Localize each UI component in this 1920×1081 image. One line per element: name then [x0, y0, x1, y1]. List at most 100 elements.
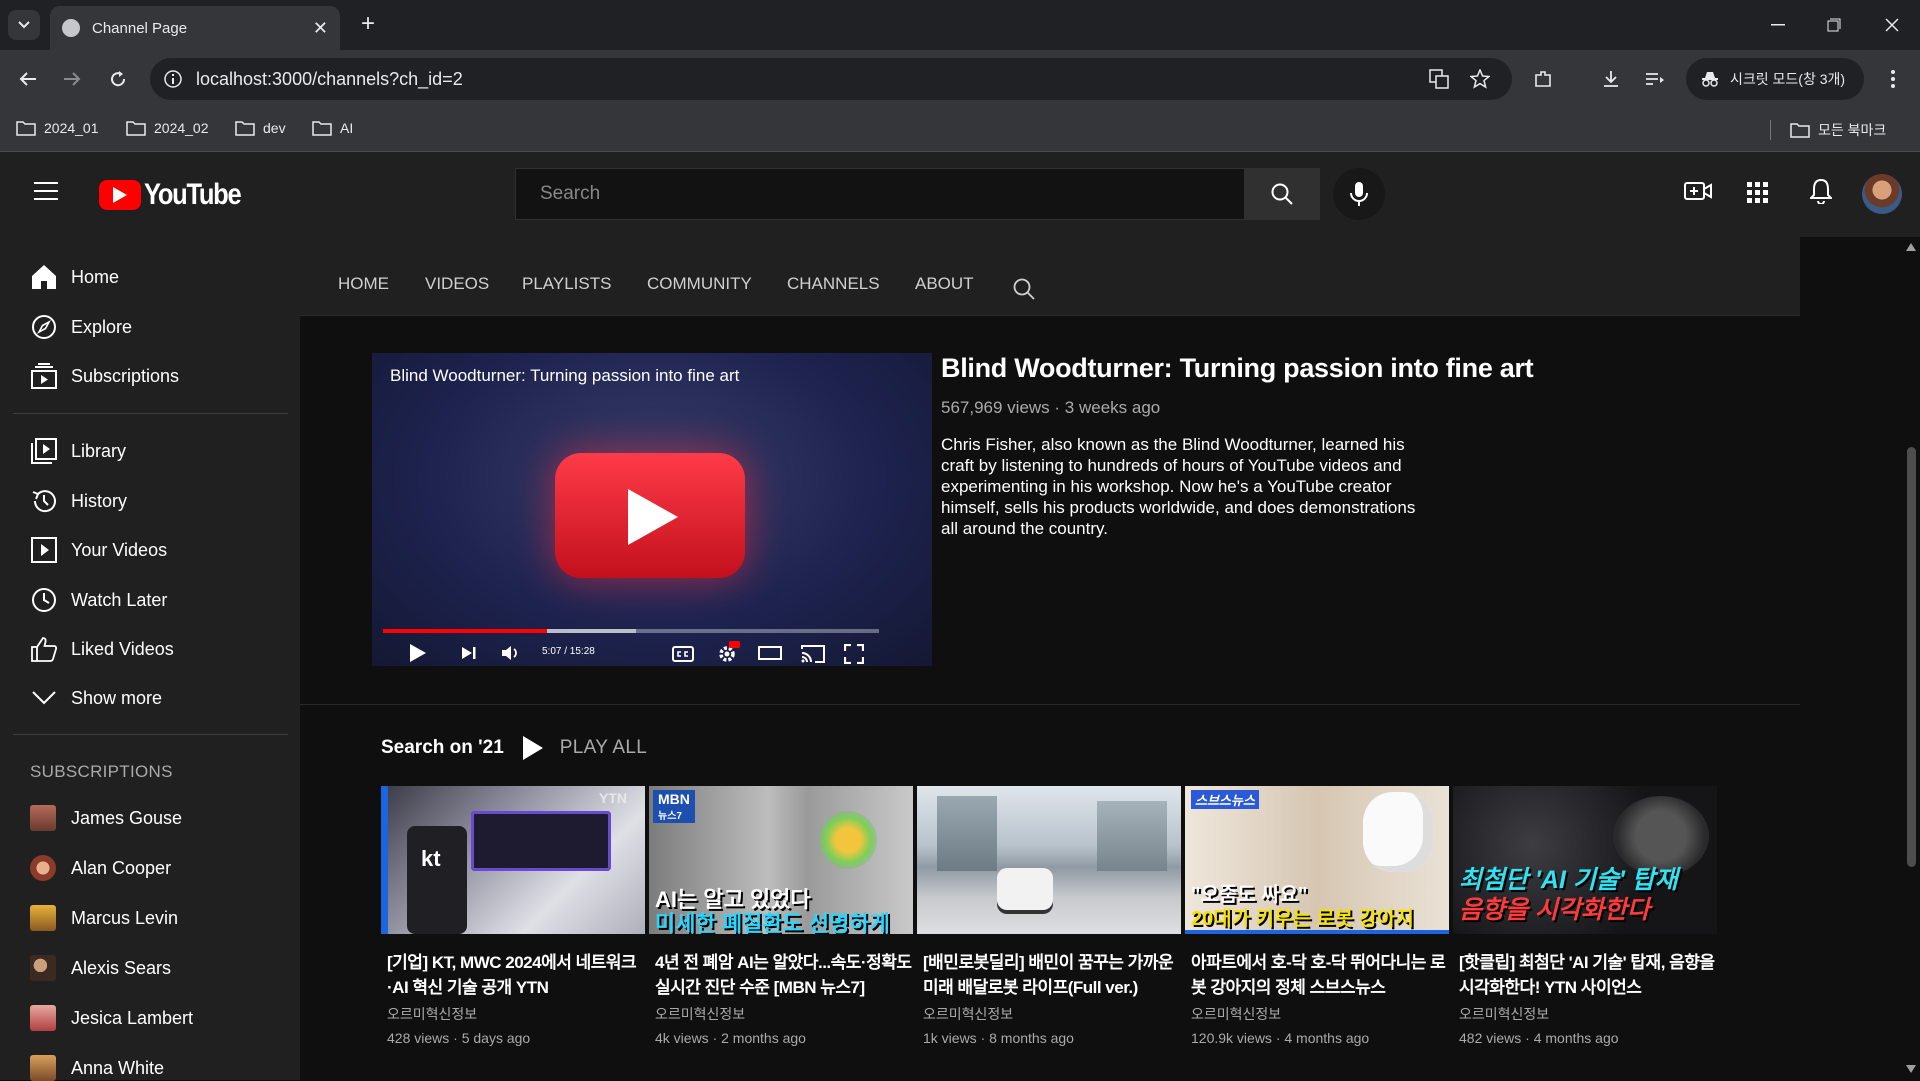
search-input[interactable]: [540, 183, 1140, 205]
reload-button[interactable]: [103, 64, 133, 94]
bookmark-folder[interactable]: AI: [312, 120, 353, 136]
video-channel[interactable]: 오르미혁신정보: [917, 1004, 1181, 1024]
video-title[interactable]: [배민로봇딜리] 배민이 꿈꾸는 가까운 미래 배달로봇 라이프(Full ve…: [917, 950, 1181, 1000]
sidebar-subscription[interactable]: Anna White: [30, 1055, 164, 1081]
sidebar-item-watch-later[interactable]: Watch Later: [30, 586, 167, 614]
video-thumbnail[interactable]: 스브스뉴스 "오줌도 싸요" 20대가 키우는 로봇 강아지: [1185, 786, 1449, 934]
sidebar-item-liked-videos[interactable]: Liked Videos: [30, 635, 174, 663]
address-bar[interactable]: localhost:3000/channels?ch_id=2: [150, 58, 1512, 100]
video-thumbnail[interactable]: 최첨단 'AI 기술' 탑재 음향을 시각화한다: [1453, 786, 1717, 934]
search-button[interactable]: [1244, 168, 1320, 220]
video-card[interactable]: 스브스뉴스 "오줌도 싸요" 20대가 키우는 로봇 강아지 아파트에서 호-닥…: [1185, 786, 1449, 1046]
bookmark-star-icon[interactable]: [1470, 69, 1490, 89]
sidebar-subscription[interactable]: Alexis Sears: [30, 955, 171, 981]
video-title[interactable]: 아파트에서 호-닥 호-닥 뛰어다니는 로봇 강아지의 정체 스브스뉴스: [1185, 950, 1449, 1000]
next-button[interactable]: [461, 646, 477, 660]
tab-about[interactable]: ABOUT: [915, 274, 974, 294]
voice-search-button[interactable]: [1333, 168, 1385, 220]
video-thumbnail[interactable]: [917, 786, 1181, 934]
user-avatar[interactable]: [1862, 174, 1902, 214]
video-meta: 4k views · 2 months ago: [655, 1030, 806, 1046]
thumbnail-caption: 20대가 키우는 로봇 강아지: [1191, 908, 1414, 930]
incognito-indicator[interactable]: 시크릿 모드(창 3개): [1686, 58, 1864, 100]
sidebar-item-subscriptions[interactable]: Subscriptions: [30, 362, 179, 390]
back-button[interactable]: [13, 64, 43, 94]
sidebar-item-explore[interactable]: Explore: [30, 313, 132, 341]
sidebar-item-home[interactable]: Home: [30, 263, 119, 291]
volume-button[interactable]: [501, 645, 521, 661]
youtube-logo[interactable]: YouTube: [99, 178, 257, 212]
browser-tab[interactable]: Channel Page ✕: [50, 6, 340, 50]
featured-title[interactable]: Blind Woodturner: Turning passion into f…: [941, 353, 1534, 384]
tab-videos[interactable]: VIDEOS: [425, 274, 489, 294]
close-window-button[interactable]: [1864, 0, 1920, 50]
scroll-down-arrow-icon[interactable]: [1906, 1065, 1916, 1073]
video-title[interactable]: [기업] KT, MWC 2024에서 네트워크·AI 혁신 기술 공개 YTN: [381, 950, 645, 1000]
notifications-bell-icon[interactable]: [1808, 178, 1834, 209]
sidebar-subscription[interactable]: Alan Cooper: [30, 855, 171, 881]
tab-playlists[interactable]: PLAYLISTS: [522, 274, 611, 294]
progress-bar[interactable]: [383, 629, 879, 633]
scroll-up-arrow-icon[interactable]: [1906, 243, 1916, 251]
bookmark-folder[interactable]: 2024_01: [16, 120, 99, 136]
shelf-title[interactable]: Search on '21: [381, 737, 504, 759]
apps-grid-icon[interactable]: [1747, 182, 1769, 209]
video-channel[interactable]: 오르미혁신정보: [1185, 1004, 1449, 1024]
sidebar-subscription[interactable]: Jesica Lambert: [30, 1005, 193, 1031]
sidebar-subscription[interactable]: Marcus Levin: [30, 905, 178, 931]
translate-icon[interactable]: [1428, 68, 1450, 90]
sidebar-item-your-videos[interactable]: Your Videos: [30, 536, 167, 564]
channel-search-icon[interactable]: [1012, 277, 1036, 301]
video-title[interactable]: [핫클립] 최첨단 'AI 기술' 탑재, 음향을 시각화한다! YTN 사이언…: [1453, 950, 1717, 1000]
sidebar: Home Explore Subscriptions Library Histo…: [0, 237, 300, 1081]
tab-channels[interactable]: CHANNELS: [787, 274, 880, 294]
video-thumbnail[interactable]: kt YTN: [381, 786, 645, 934]
video-thumbnail[interactable]: MBN 뉴스7 AI는 알고 있었다 미세한 폐질환도 선명하게: [649, 786, 913, 934]
video-player[interactable]: Blind Woodturner: Turning passion into f…: [372, 353, 932, 666]
media-controls-icon[interactable]: [1640, 64, 1670, 94]
video-card[interactable]: 최첨단 'AI 기술' 탑재 음향을 시각화한다 [핫클립] 최첨단 'AI 기…: [1453, 786, 1717, 1046]
browser-menu-icon[interactable]: [1878, 64, 1908, 94]
video-channel[interactable]: 오르미혁신정보: [649, 1004, 913, 1024]
menu-icon[interactable]: [34, 182, 58, 205]
forward-button[interactable]: [57, 64, 87, 94]
featured-video-info: Blind Woodturner: Turning passion into f…: [941, 353, 1534, 539]
settings-button[interactable]: [717, 640, 741, 664]
extensions-icon[interactable]: [1528, 64, 1558, 94]
sidebar-show-more[interactable]: Show more: [30, 684, 162, 712]
play-all-icon[interactable]: [522, 735, 544, 761]
all-bookmarks[interactable]: 모든 북마크: [1790, 120, 1886, 140]
page-scrollbar[interactable]: [1902, 237, 1920, 1080]
video-card[interactable]: MBN 뉴스7 AI는 알고 있었다 미세한 폐질환도 선명하게 4년 전 폐암 …: [649, 786, 913, 1046]
bookmarks-bar: 2024_01 2024_02 dev AI 모든 북마크: [0, 108, 1920, 152]
cast-button[interactable]: [801, 644, 825, 664]
fullscreen-button[interactable]: [844, 644, 864, 664]
theater-mode-button[interactable]: [758, 645, 782, 661]
chevron-down-icon: [30, 684, 58, 712]
site-info-icon[interactable]: [163, 69, 183, 89]
restore-button[interactable]: [1806, 0, 1862, 50]
bookmark-folder[interactable]: dev: [235, 120, 286, 136]
sidebar-subscription[interactable]: James Gouse: [30, 805, 182, 831]
video-title[interactable]: 4년 전 폐암 AI는 알았다...속도·정확도 실시간 진단 수준 [MBN …: [649, 950, 913, 1000]
minimize-button[interactable]: [1750, 0, 1806, 50]
video-channel[interactable]: 오르미혁신정보: [381, 1004, 645, 1024]
sidebar-item-library[interactable]: Library: [30, 437, 126, 465]
close-tab-icon[interactable]: ✕: [313, 18, 328, 39]
video-channel[interactable]: 오르미혁신정보: [1453, 1004, 1717, 1024]
tab-list-button[interactable]: [8, 10, 40, 40]
play-all-button[interactable]: PLAY ALL: [560, 737, 647, 759]
play-button[interactable]: [409, 643, 427, 663]
sidebar-item-history[interactable]: History: [30, 487, 127, 515]
captions-button[interactable]: [672, 646, 694, 662]
download-icon[interactable]: [1596, 64, 1626, 94]
video-card[interactable]: kt YTN [기업] KT, MWC 2024에서 네트워크·AI 혁신 기술…: [381, 786, 645, 1046]
tab-community[interactable]: COMMUNITY: [647, 274, 752, 294]
scrollbar-thumb[interactable]: [1907, 447, 1916, 867]
video-card[interactable]: [배민로봇딜리] 배민이 꿈꾸는 가까운 미래 배달로봇 라이프(Full ve…: [917, 786, 1181, 1046]
create-video-icon[interactable]: [1684, 180, 1712, 207]
bookmark-folder[interactable]: 2024_02: [126, 120, 209, 136]
compass-icon: [30, 313, 58, 341]
tab-home[interactable]: HOME: [338, 274, 389, 294]
new-tab-button[interactable]: +: [352, 10, 384, 40]
